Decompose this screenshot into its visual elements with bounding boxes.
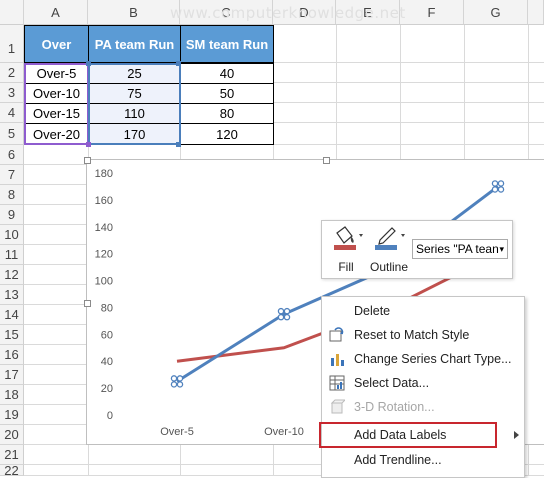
- row-header-19[interactable]: 19: [0, 405, 24, 425]
- table-cell[interactable]: 50: [180, 83, 274, 104]
- fill-label: Fill: [338, 260, 354, 274]
- menu-item-label: Delete: [354, 304, 391, 318]
- column-header-h[interactable]: [528, 0, 544, 25]
- paint-bucket-icon: [334, 226, 363, 250]
- highlight-box: [319, 422, 497, 448]
- row-header-21[interactable]: 21: [0, 445, 24, 465]
- row-header-16[interactable]: 16: [0, 345, 24, 365]
- category-range-highlight: [24, 63, 89, 145]
- y-tick-label: 140: [95, 222, 113, 234]
- row-header-18[interactable]: 18: [0, 385, 24, 405]
- values-range-highlight: [88, 63, 181, 145]
- table-header-pa-run[interactable]: PA team Run: [88, 25, 181, 63]
- menu-item-delete[interactable]: Delete: [322, 299, 524, 323]
- row-header-5[interactable]: 5: [0, 123, 24, 145]
- row-header-17[interactable]: 17: [0, 365, 24, 385]
- menu-item-change-chart-type[interactable]: Change Series Chart Type...: [322, 347, 524, 371]
- y-tick-label: 40: [101, 356, 113, 368]
- chevron-down-icon: ▾: [499, 244, 504, 254]
- y-tick-label: 120: [95, 249, 113, 261]
- range-handle[interactable]: [176, 61, 181, 66]
- row-header-7[interactable]: 7: [0, 165, 24, 185]
- menu-item-label: 3-D Rotation...: [354, 400, 435, 414]
- row-header-11[interactable]: 11: [0, 245, 24, 265]
- y-tick-label: 180: [95, 168, 113, 180]
- row-header-8[interactable]: 8: [0, 185, 24, 205]
- fill-button[interactable]: Fill: [325, 223, 367, 275]
- row-header-22[interactable]: 22: [0, 464, 24, 477]
- menu-item-3d-rotation: 3-D Rotation...: [322, 395, 524, 419]
- row-header-15[interactable]: 15: [0, 325, 24, 345]
- x-tick-label: Over-5: [160, 426, 194, 438]
- reset-style-icon: [329, 327, 344, 342]
- y-tick-label: 0: [107, 410, 113, 422]
- column-header-a[interactable]: A: [24, 0, 88, 25]
- y-tick-label: 20: [101, 383, 113, 395]
- submenu-arrow-icon: [514, 431, 519, 439]
- table-cell[interactable]: 120: [180, 123, 274, 145]
- menu-item-reset-style[interactable]: Reset to Match Style: [322, 323, 524, 347]
- menu-item-label: Reset to Match Style: [354, 328, 470, 342]
- range-handle[interactable]: [86, 142, 91, 147]
- row-header-9[interactable]: 9: [0, 205, 24, 225]
- menu-item-select-data[interactable]: Select Data...: [322, 371, 524, 395]
- watermark: www.computerknowledge.net: [170, 4, 406, 22]
- menu-item-label: Select Data...: [354, 376, 430, 390]
- table-header-sm-run[interactable]: SM team Run: [180, 25, 274, 63]
- menu-item-label: Change Series Chart Type...: [354, 352, 512, 366]
- y-tick-label: 60: [101, 329, 113, 341]
- outline-label: Outline: [369, 260, 409, 274]
- row-header-1[interactable]: 1: [0, 25, 24, 63]
- y-tick-label: 100: [95, 276, 113, 288]
- row-header-3[interactable]: 3: [0, 83, 24, 103]
- context-menu: Delete Reset to Match Style Change Serie…: [321, 296, 525, 478]
- series-dropdown[interactable]: Series "PA tean ▾: [412, 239, 508, 259]
- series-dropdown-value: Series "PA tean: [416, 242, 499, 256]
- table-cell[interactable]: 80: [180, 103, 274, 124]
- menu-item-add-trendline[interactable]: Add Trendline...: [322, 448, 524, 472]
- y-tick-label: 80: [101, 302, 113, 314]
- column-header-g[interactable]: G: [464, 0, 528, 25]
- row-header-20[interactable]: 20: [0, 425, 24, 445]
- row-header-2[interactable]: 2: [0, 63, 24, 83]
- outline-button[interactable]: Outline: [366, 223, 412, 275]
- chart-type-icon: [331, 354, 344, 366]
- y-tick-label: 160: [95, 195, 113, 207]
- menu-item-label: Add Trendline...: [354, 453, 442, 467]
- rotation-icon: [330, 399, 345, 414]
- row-header-14[interactable]: 14: [0, 305, 24, 325]
- row-header-6[interactable]: 6: [0, 145, 24, 165]
- select-data-icon: [329, 375, 345, 391]
- column-header-f[interactable]: F: [400, 0, 464, 25]
- pen-icon: [375, 227, 405, 250]
- format-mini-toolbar: Fill Outline Series "PA tean ▾: [321, 220, 513, 279]
- column-header-b[interactable]: B: [88, 0, 180, 25]
- select-all-corner[interactable]: [0, 0, 24, 25]
- row-header-12[interactable]: 12: [0, 265, 24, 285]
- x-tick-label: Over-10: [264, 426, 304, 438]
- row-header-13[interactable]: 13: [0, 285, 24, 305]
- range-handle[interactable]: [86, 61, 91, 66]
- table-header-over[interactable]: Over: [24, 25, 89, 63]
- range-handle[interactable]: [176, 142, 181, 147]
- row-header-10[interactable]: 10: [0, 225, 24, 245]
- row-header-4[interactable]: 4: [0, 103, 24, 123]
- table-cell[interactable]: 40: [180, 63, 274, 84]
